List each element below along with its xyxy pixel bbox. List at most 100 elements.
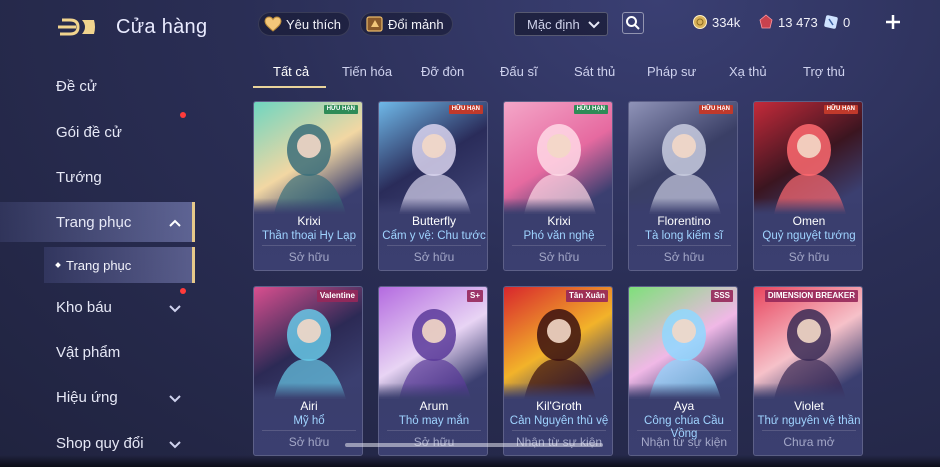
limited-badge: HỮU HẠN bbox=[698, 105, 733, 114]
skin-card[interactable]: SSS Aya Công chúa Cầu Vồng Nhận từ sự kiện bbox=[628, 286, 738, 456]
limited-badge: DIMENSION BREAKER bbox=[764, 290, 858, 302]
skin-card[interactable]: Valentine Airi Mỹ hổ Sở hữu bbox=[253, 286, 363, 456]
active-tab-indicator bbox=[253, 86, 326, 88]
skin-card[interactable]: HỮU HẠN Florentino Tà long kiếm sĩ Sở hữu bbox=[628, 101, 738, 271]
skin-card[interactable]: DIMENSION BREAKER Violet Thứ nguyên vệ thầ… bbox=[753, 286, 863, 456]
sidebar-item-label: Tướng bbox=[56, 168, 102, 186]
ownership-status: Sở hữu bbox=[288, 250, 330, 264]
sidebar-item-effects[interactable]: Hiệu ứng bbox=[0, 377, 195, 417]
skin-card[interactable]: HỮU HẠN Krixi Phó văn nghệ Sở hữu bbox=[503, 101, 613, 271]
limited-badge: HỮU HẠN bbox=[823, 105, 858, 114]
sidebar-item-label: Gói đề cử bbox=[56, 123, 122, 141]
notification-dot bbox=[180, 112, 186, 118]
gold-balance: 334k bbox=[692, 14, 740, 30]
shop-screen: Cửa hàng Yêu thích Đổi mảnh Mặc định 334… bbox=[0, 0, 940, 467]
tab-fighter[interactable]: Đấu sĩ bbox=[500, 64, 538, 79]
skin-card[interactable]: HỮU HẠN Butterfly Cẩm y vệ: Chu tước Sở hữu bbox=[378, 101, 488, 271]
sidebar: Đề cử Gói đề cử Tướng Trang phục Trang p… bbox=[0, 62, 195, 467]
skin-card[interactable]: HỮU HẠN Krixi Thần thoại Hy Lạp Sở hữu bbox=[253, 101, 363, 271]
chevron-down-icon bbox=[587, 17, 601, 34]
ownership-status: Sở hữu bbox=[788, 250, 830, 264]
skin-card[interactable]: HỮU HẠN Omen Quỷ nguyệt tướng Sở hữu bbox=[753, 101, 863, 271]
hero-name: Krixi bbox=[297, 214, 321, 228]
skin-card[interactable]: Tân Xuân Kil'Groth Cản Nguyên thủ vệ Nhận t… bbox=[503, 286, 613, 456]
skin-name: Phó văn nghệ bbox=[523, 230, 595, 242]
divider bbox=[512, 430, 606, 431]
fragment-box-icon bbox=[365, 15, 385, 33]
voucher-icon bbox=[823, 14, 839, 30]
limited-badge: S+ bbox=[466, 290, 483, 302]
skin-name: Tà long kiếm sĩ bbox=[645, 230, 723, 242]
sidebar-item-treasure[interactable]: Kho báu bbox=[0, 287, 195, 327]
divider bbox=[387, 245, 481, 246]
category-tabs: Tất cả Tiến hóa Đỡ đòn Đấu sĩ Sát thủ Ph… bbox=[253, 60, 863, 90]
ownership-status: Chưa mở bbox=[783, 435, 835, 449]
limited-badge: Tân Xuân bbox=[565, 290, 608, 302]
limited-badge: HỮU HẠN bbox=[448, 105, 483, 114]
divider bbox=[762, 245, 856, 246]
sidebar-item-label: Shop quy đổi bbox=[56, 434, 144, 452]
divider bbox=[262, 430, 356, 431]
skin-name: Thỏ may mắn bbox=[398, 415, 470, 427]
sidebar-item-recommended[interactable]: Đề cử bbox=[0, 66, 195, 106]
tab-assassin[interactable]: Sát thủ bbox=[574, 64, 615, 79]
ruby-balance: 13 473 bbox=[758, 14, 818, 30]
search-button[interactable] bbox=[622, 12, 644, 34]
skin-name: Cản Nguyên thủ vệ bbox=[509, 415, 609, 427]
tab-mage[interactable]: Pháp sư bbox=[647, 64, 696, 79]
tab-tank[interactable]: Đỡ đòn bbox=[421, 64, 464, 79]
tab-all[interactable]: Tất cả bbox=[273, 64, 309, 79]
skin-grid: HỮU HẠN Krixi Thần thoại Hy Lạp Sở hữu HỮU H… bbox=[253, 101, 865, 467]
tab-marksman[interactable]: Xạ thủ bbox=[729, 64, 767, 79]
voucher-value: 0 bbox=[843, 14, 851, 30]
sort-dropdown[interactable]: Mặc định bbox=[514, 12, 608, 36]
skin-card[interactable]: S+ Arum Thỏ may mắn Sở hữu bbox=[378, 286, 488, 456]
hero-name: Aya bbox=[673, 399, 695, 413]
divider bbox=[512, 245, 606, 246]
sidebar-item-label: Hiệu ứng bbox=[56, 388, 118, 406]
favorites-button[interactable]: Yêu thích bbox=[258, 12, 350, 36]
ownership-status: Sở hữu bbox=[663, 250, 705, 264]
sidebar-item-label: Trang phục bbox=[56, 213, 132, 231]
divider bbox=[637, 430, 731, 431]
divider bbox=[387, 430, 481, 431]
chevron-up-icon bbox=[168, 216, 182, 233]
add-currency-button[interactable] bbox=[883, 12, 903, 32]
bullet-icon bbox=[55, 262, 61, 268]
limited-badge: SSS bbox=[710, 290, 733, 302]
hero-name: Krixi bbox=[547, 214, 571, 228]
gold-coin-icon bbox=[692, 14, 708, 30]
limited-badge: HỮU HẠN bbox=[573, 105, 608, 114]
sidebar-item-skins[interactable]: Trang phục bbox=[0, 202, 195, 242]
exchange-fragments-button[interactable]: Đổi mảnh bbox=[360, 12, 453, 36]
header: Cửa hàng Yêu thích Đổi mảnh Mặc định 334… bbox=[0, 0, 940, 50]
tab-evolution[interactable]: Tiến hóa bbox=[342, 64, 392, 79]
exchange-label: Đổi mảnh bbox=[388, 16, 444, 32]
sidebar-item-recommended-packs[interactable]: Gói đề cử bbox=[0, 112, 195, 152]
search-icon bbox=[626, 16, 640, 30]
divider bbox=[637, 245, 731, 246]
sort-value: Mặc định bbox=[527, 16, 580, 32]
sidebar-subitem-skins[interactable]: Trang phục bbox=[44, 247, 195, 283]
hero-name: Arum bbox=[419, 399, 449, 413]
hero-name: Florentino bbox=[657, 214, 711, 228]
sidebar-item-heroes[interactable]: Tướng bbox=[0, 157, 195, 197]
skin-name: Thứ nguyên vệ thần bbox=[757, 415, 861, 427]
ruby-value: 13 473 bbox=[778, 14, 818, 30]
favorites-label: Yêu thích bbox=[286, 16, 341, 32]
hero-name: Airi bbox=[300, 399, 318, 413]
back-icon[interactable] bbox=[56, 14, 98, 40]
sidebar-item-label: Đề cử bbox=[56, 77, 97, 95]
skin-name: Mỹ hổ bbox=[293, 415, 325, 427]
tab-support[interactable]: Trợ thủ bbox=[803, 64, 845, 79]
skin-name: Quỷ nguyệt tướng bbox=[762, 230, 856, 242]
divider bbox=[262, 245, 356, 246]
home-indicator bbox=[345, 443, 603, 447]
divider bbox=[762, 430, 856, 431]
hero-name: Kil'Groth bbox=[536, 399, 582, 413]
hero-name: Omen bbox=[792, 214, 826, 228]
sidebar-item-items[interactable]: Vật phẩm bbox=[0, 332, 195, 372]
chevron-down-icon bbox=[168, 391, 182, 408]
hero-name: Butterfly bbox=[411, 214, 456, 228]
ruby-icon bbox=[758, 14, 774, 30]
